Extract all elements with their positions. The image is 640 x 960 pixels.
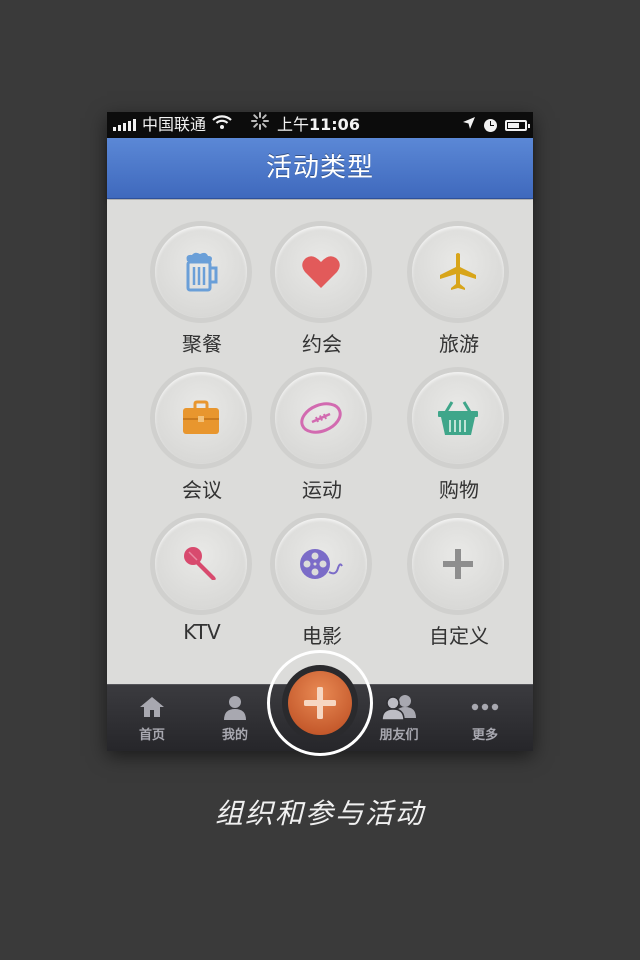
activity-type-sports[interactable]: 运动 [250,372,390,512]
activity-type-custom[interactable]: 自定义 [387,518,527,658]
add-icon [304,687,336,719]
briefcase-icon [183,400,219,434]
activity-icon-button[interactable] [155,226,247,318]
heart-icon [302,256,340,288]
create-activity-button[interactable] [282,665,358,741]
signal-strength-icon [113,119,136,131]
activity-label: 购物 [439,478,479,502]
activity-type-date[interactable]: 约会 [250,226,390,366]
activity-type-meeting[interactable]: 会议 [130,372,270,512]
activity-icon-button[interactable] [275,372,367,464]
football-icon [300,402,342,434]
activity-spinner-icon [251,112,269,138]
activity-icon-button[interactable] [155,518,247,610]
tab-more[interactable]: 更多 [445,693,525,743]
status-time: 11:06 [309,115,360,134]
phone-screen: 中国联通 上午 11:06 活动类型 聚餐 约会 旅游 会议 运动 购物 KTV… [107,112,533,756]
carrier-name: 中国联通 [142,115,207,134]
feature-caption: 组织和参与活动 [214,797,425,830]
beer-mug-icon [186,252,218,292]
location-arrow-icon [462,112,476,138]
plus-icon [443,549,473,579]
status-bar: 中国联通 上午 11:06 [107,112,533,138]
wifi-icon [212,112,232,138]
activity-label: 自定义 [429,624,489,648]
home-icon [112,693,192,721]
activity-icon-button[interactable] [275,518,367,610]
activity-type-travel[interactable]: 旅游 [387,226,527,366]
page-title: 活动类型 [265,153,374,183]
activity-type-grid: 聚餐 约会 旅游 会议 运动 购物 KTV 电影 自定义 [107,200,533,684]
activity-type-movie[interactable]: 电影 [250,518,390,658]
tab-label: 朋友们 [379,728,419,743]
activity-label: 电影 [302,624,342,648]
battery-icon [505,119,530,131]
activity-icon-button[interactable] [412,372,504,464]
tab-label: 首页 [138,728,165,743]
microphone-icon [184,547,216,580]
activity-icon-button[interactable] [155,372,247,464]
activity-icon-button[interactable] [412,518,504,610]
activity-label: 旅游 [439,332,479,356]
person-icon [195,693,275,721]
title-bar: 活动类型 [107,138,533,199]
activity-icon-button[interactable] [412,226,504,318]
alarm-clock-icon [484,118,497,132]
tab-mine[interactable]: 我的 [195,693,275,743]
activity-label: 约会 [302,332,342,356]
film-reel-icon [300,549,343,579]
tab-home[interactable]: 首页 [112,693,192,743]
activity-type-ktv[interactable]: KTV [130,518,270,658]
tab-label: 更多 [471,728,498,743]
activity-label: 运动 [302,478,342,502]
shopping-basket-icon [438,401,478,435]
airplane-icon [440,253,476,290]
activity-icon-button[interactable] [275,226,367,318]
time-prefix: 上午 [277,115,310,134]
more-dots-icon [445,693,525,721]
activity-type-dinner[interactable]: 聚餐 [130,226,270,366]
tab-label: 我的 [221,728,248,743]
activity-type-shopping[interactable]: 购物 [387,372,527,512]
create-activity-highlight-ring [267,650,373,756]
